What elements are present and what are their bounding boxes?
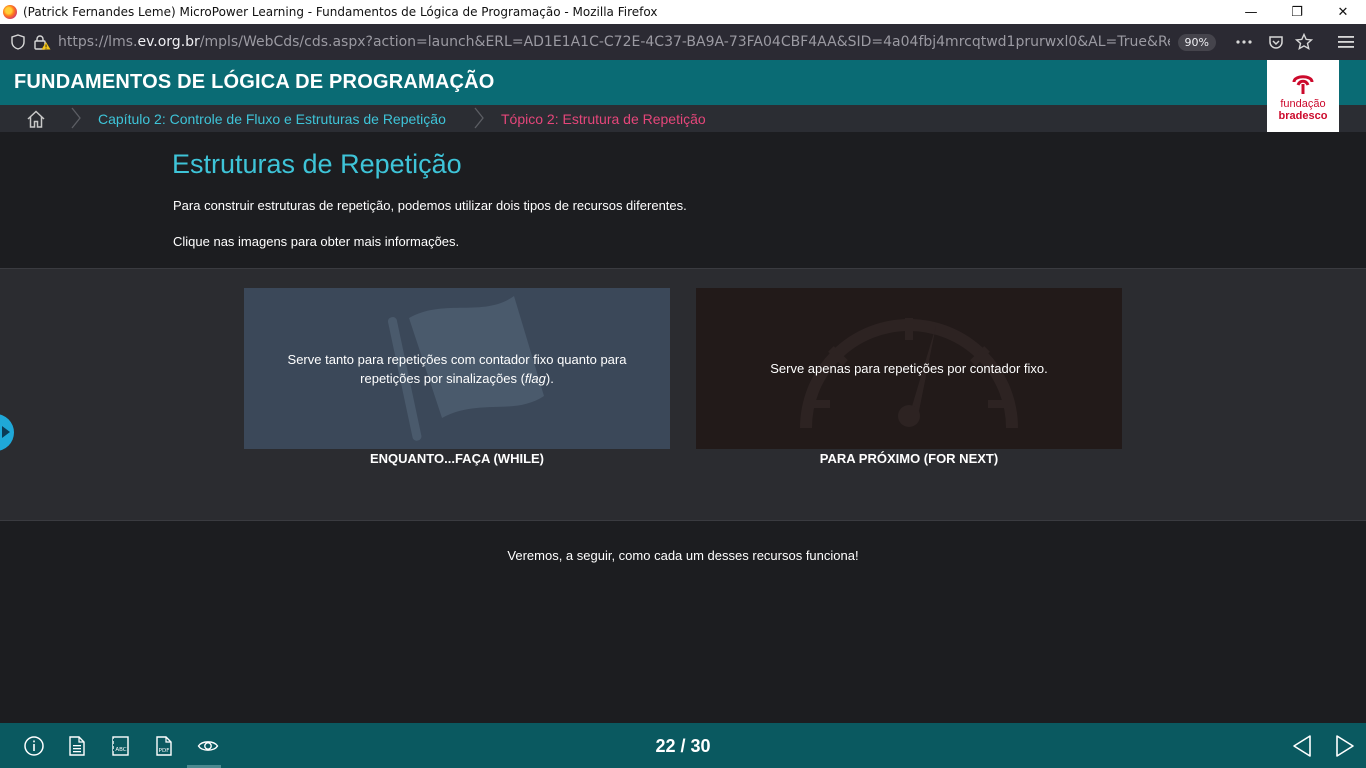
chevron-right-icon — [2, 426, 10, 438]
restore-button[interactable]: ❐ — [1274, 0, 1320, 24]
for-next-card[interactable]: Serve apenas para repetições por contado… — [696, 288, 1122, 449]
minimize-button[interactable]: — — [1228, 0, 1274, 24]
cards-section: Serve tanto para repetições com contador… — [0, 268, 1366, 521]
instruction-paragraph: Clique nas imagens para obter mais infor… — [173, 234, 460, 249]
url-bar[interactable]: https://lms. ev.org.br/mpls/WebCds/cds.as… — [58, 28, 1170, 56]
while-card-text-main: Serve tanto para repetições com contador… — [287, 351, 627, 386]
breadcrumb: Capítulo 2: Controle de Fluxo e Estrutur… — [0, 105, 1366, 132]
lock-warning-icon[interactable] — [30, 30, 54, 54]
breadcrumb-topic-link[interactable]: Tópico 2: Estrutura de Repetição — [501, 111, 706, 127]
course-title: FUNDAMENTOS DE LÓGICA DE PROGRAMAÇÃO — [14, 71, 495, 93]
breadcrumb-chapter-link[interactable]: Capítulo 2: Controle de Fluxo e Estrutur… — [98, 111, 446, 127]
while-card-text-end: ). — [545, 370, 554, 386]
pocket-icon[interactable] — [1264, 30, 1288, 54]
url-prefix: https://lms. — [58, 34, 138, 50]
url-domain: ev.org.br — [137, 34, 200, 50]
logo-line-2: bradesco — [1278, 110, 1328, 122]
page-total: 30 — [690, 736, 711, 756]
for-next-card-text: Serve apenas para repetições por contado… — [770, 361, 1048, 376]
for-next-card-label[interactable]: PARA PRÓXIMO (FOR NEXT) — [696, 451, 1122, 466]
course-footer: ABC PDF 22 / 30 — [0, 723, 1366, 768]
while-card-text: Serve tanto para repetições com contador… — [274, 288, 640, 449]
page-current: 22 — [655, 736, 676, 756]
more-icon[interactable] — [1232, 30, 1256, 54]
url-path: /mpls/WebCds/cds.aspx?action=launch&ERL=… — [199, 34, 1170, 50]
next-page-button[interactable] — [1333, 734, 1357, 758]
while-card-text-italic: flag — [524, 370, 546, 386]
zoom-indicator[interactable]: 90% — [1177, 33, 1216, 51]
logo-line-1: fundação — [1280, 98, 1326, 110]
page-indicator: 22 / 30 — [0, 736, 1366, 757]
while-card[interactable]: Serve tanto para repetições com contador… — [244, 288, 670, 449]
bradesco-tree-icon — [1292, 75, 1314, 94]
window-titlebar: (Patrick Fernandes Leme) MicroPower Lear… — [0, 0, 1366, 24]
bookmark-star-icon[interactable] — [1292, 30, 1316, 54]
fundacao-bradesco-logo: fundação bradesco — [1267, 60, 1339, 132]
menu-icon[interactable] — [1334, 30, 1358, 54]
course-header: FUNDAMENTOS DE LÓGICA DE PROGRAMAÇÃO — [0, 60, 1366, 105]
browser-toolbar: https://lms. ev.org.br/mpls/WebCds/cds.as… — [0, 24, 1366, 60]
breadcrumb-separator-icon — [71, 107, 81, 129]
home-icon[interactable] — [26, 109, 46, 129]
while-card-label[interactable]: ENQUANTO...FAÇA (WHILE) — [244, 451, 670, 466]
previous-page-button[interactable] — [1290, 734, 1314, 758]
intro-section: Estruturas de Repetição Para construir e… — [0, 132, 1366, 268]
breadcrumb-separator-icon — [474, 107, 484, 129]
intro-paragraph: Para construir estruturas de repetição, … — [173, 198, 687, 213]
outro-text: Veremos, a seguir, como cada um desses r… — [507, 548, 859, 563]
close-button[interactable]: ✕ — [1320, 0, 1366, 24]
page-separator: / — [675, 736, 691, 756]
window-title: (Patrick Fernandes Leme) MicroPower Lear… — [23, 5, 658, 19]
shield-icon[interactable] — [6, 30, 30, 54]
app-window: (Patrick Fernandes Leme) MicroPower Lear… — [0, 0, 1366, 768]
firefox-logo-icon — [3, 5, 17, 19]
page-heading: Estruturas de Repetição — [172, 149, 462, 179]
